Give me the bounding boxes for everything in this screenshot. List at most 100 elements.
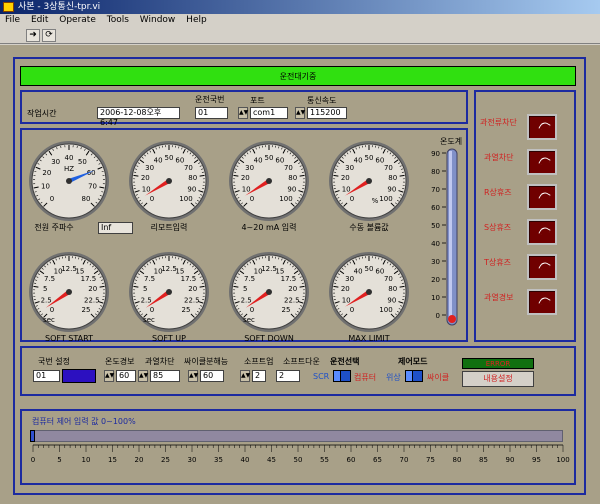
menu-window[interactable]: Window <box>135 14 179 25</box>
gauge-tick-label: 50 <box>78 158 87 166</box>
temp-warn-label: 온도경보 <box>105 357 135 366</box>
window-title: 사본 - 3상통신-tpr.vi <box>18 2 101 12</box>
thermometer-tick-label: 80 <box>431 168 440 176</box>
gauge-7: 010203040 50 60708090100MAX LIMIT <box>329 252 409 343</box>
thermometer-tick-label: 0 <box>436 312 440 320</box>
thermometer-tick-label: 90 <box>431 150 440 158</box>
gauge-tick-label: 17.5 <box>181 275 197 283</box>
port-field[interactable]: com1 <box>250 107 288 119</box>
gauge-tick-label: 0 <box>150 195 154 203</box>
gauge-tick-label: 70 <box>384 275 393 283</box>
gauge-tick-label: 5 <box>243 285 247 293</box>
alarm-led <box>527 149 557 175</box>
gauge-tick-label: 25 <box>182 306 191 314</box>
slider-track[interactable] <box>30 430 563 442</box>
cycle-res-label: 싸이클분해능 <box>184 357 229 366</box>
arrow-right-icon[interactable]: ➜ <box>26 29 40 42</box>
cycle-res-field[interactable]: 60 <box>200 370 224 382</box>
gauge-4: 02.557.51012.51517.52022.525secSOFT STAR… <box>29 252 109 343</box>
gauge-tick-label: 5 <box>143 285 147 293</box>
status-banner-text: 운전대기중 <box>279 72 317 81</box>
thermometer-tick-label: 50 <box>431 222 440 230</box>
gauge-unit: sec <box>43 316 55 324</box>
slider-scale: 0 5 10 15 20 25 30 35 40 45 50 55 60 65 70 75 80 85 90 95 10… <box>31 444 570 464</box>
run-computer-label: 컴퓨터 <box>354 373 377 382</box>
error-indicator: ERROR <box>462 358 534 369</box>
soft-down-field[interactable]: 2 <box>276 370 300 382</box>
slider-tick-label: 95 <box>532 456 541 464</box>
slider-tick-label: 0 <box>31 456 35 464</box>
labview-window: 사본 - 3상통신-tpr.vi File Edit Operate Tools… <box>0 0 600 504</box>
soft-up-field[interactable]: 2 <box>252 370 266 382</box>
slider-thumb[interactable] <box>30 430 35 442</box>
gauge-tick-label: 100 <box>179 195 192 203</box>
gauge-tick-label: 2.5 <box>141 296 152 304</box>
port-spin-icon[interactable]: ▲▼ <box>238 107 248 119</box>
gauge-tick-label: 0 <box>250 195 254 203</box>
thermometer: 0 10 20 30 40 50 60 70 80 90 <box>431 148 458 326</box>
content-setting-button[interactable]: 내용설정 <box>462 371 534 387</box>
gauge-tick-label: 20 <box>241 174 250 182</box>
gauge-tick-label: 20 <box>288 285 297 293</box>
run-select-toggle[interactable] <box>333 370 351 382</box>
run-scr-label: SCR <box>313 372 330 381</box>
gauge-tick-label: 20 <box>341 174 350 182</box>
gauge-tick-label: 80 <box>388 174 397 182</box>
cycle-res-spin-icon[interactable]: ▲▼ <box>188 370 198 382</box>
control-phase-label: 위상 <box>386 373 401 382</box>
gauge-tick-label: 17.5 <box>81 275 97 283</box>
slider-tick-label: 30 <box>188 456 197 464</box>
menu-help[interactable]: Help <box>181 14 210 25</box>
gauge-tick-label: 10 <box>342 296 351 304</box>
gauge-tick-label: 50 <box>165 154 174 162</box>
gauge-hub <box>66 178 72 184</box>
gauge-tick-label: 50 <box>365 154 374 162</box>
over-heat-field[interactable]: 85 <box>150 370 180 382</box>
alarm-label: 과열경보 <box>484 293 514 302</box>
temp-warn-spin-icon[interactable]: ▲▼ <box>104 370 114 382</box>
baud-label: 통신속도 <box>307 96 337 105</box>
gauge-tick-label: 7.5 <box>244 275 255 283</box>
run-select-label: 운전선택 <box>330 357 360 366</box>
front-panel: 운전대기중 작업시간 2006-12-08오후 6:47 운전국번 01 포트 … <box>0 45 600 504</box>
menu-edit[interactable]: Edit <box>26 14 51 25</box>
baud-field[interactable]: 115200 <box>307 107 347 119</box>
labview-app-icon <box>3 2 14 12</box>
toolbar: ➜ ⟳ <box>0 28 600 44</box>
gauge-tick-label: 100 <box>379 306 392 314</box>
slider-tick-label: 55 <box>320 456 329 464</box>
menu-operate[interactable]: Operate <box>54 14 99 25</box>
over-heat-spin-icon[interactable]: ▲▼ <box>138 370 148 382</box>
gauge-hub <box>66 289 72 295</box>
gauge-tick-label: 30 <box>345 275 354 283</box>
gauge-tick-label: 10 <box>242 185 251 193</box>
alarm-led <box>527 289 557 315</box>
control-cycle-label: 싸이클 <box>427 373 450 382</box>
gauge-label: 수동 볼륨값 <box>349 222 389 232</box>
gauge-tick-label: 22.5 <box>184 296 200 304</box>
gauge-tick-label: 70 <box>184 164 193 172</box>
slider-tick-label: 20 <box>135 456 144 464</box>
gauge-tick-label: 22.5 <box>284 296 300 304</box>
baud-spin-icon[interactable]: ▲▼ <box>295 107 305 119</box>
alarm-label: S상휴즈 <box>484 223 512 232</box>
menu-tools[interactable]: Tools <box>102 14 132 25</box>
gauge-tick-label: 10 <box>142 185 151 193</box>
title-bar: 사본 - 3상통신-tpr.vi <box>0 0 600 14</box>
slider-tick-label: 15 <box>108 456 117 464</box>
control-mode-toggle[interactable] <box>405 370 423 382</box>
temp-warn-field[interactable]: 60 <box>116 370 136 382</box>
thermometer-tick-label: 70 <box>431 186 440 194</box>
frequency-readout: Inf <box>98 222 133 234</box>
set-unit-field[interactable]: 01 <box>33 370 60 382</box>
gauge-tick-label: 70 <box>284 164 293 172</box>
set-unit-color-box[interactable] <box>62 369 96 383</box>
alarm-label: 과전류차단 <box>480 118 517 127</box>
menu-file[interactable]: File <box>0 14 23 25</box>
soft-up-spin-icon[interactable]: ▲▼ <box>240 370 250 382</box>
set-unit-label: 국번 설정 <box>38 357 70 366</box>
gauge-tick-label: 80 <box>188 174 197 182</box>
refresh-icon[interactable]: ⟳ <box>42 29 56 42</box>
thermometer-highlight <box>449 151 452 321</box>
gauge-tick-label: 50 <box>365 265 374 273</box>
